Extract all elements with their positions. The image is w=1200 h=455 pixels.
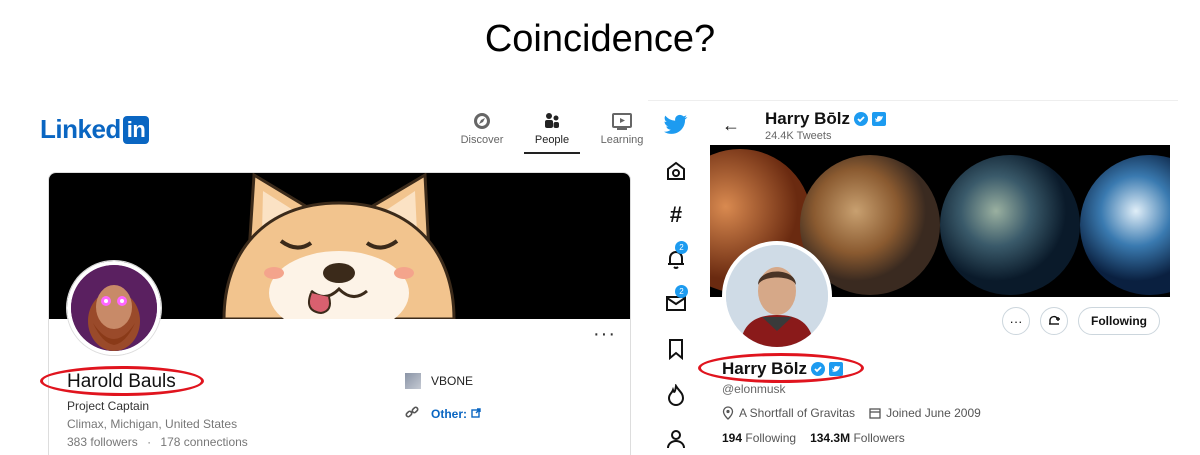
tweet-count: 24.4K Tweets: [765, 130, 832, 142]
company-link[interactable]: VBONE: [405, 373, 473, 389]
stats-separator: ·: [147, 435, 152, 449]
twitter-panel: # 2 2 ← Harry Bōlz 24.4K Tweets ··· Foll…: [648, 100, 1178, 455]
followers-count-link[interactable]: 134.3M Followers: [810, 431, 905, 445]
back-arrow-icon[interactable]: ←: [722, 115, 740, 136]
other-link[interactable]: Other:: [405, 405, 481, 422]
avatar-photo: [726, 245, 828, 347]
notifications-badge: 2: [675, 241, 688, 254]
twitter-profile: ← Harry Bōlz 24.4K Tweets ··· Following …: [710, 101, 1170, 455]
verified-badge-icon: [811, 362, 826, 376]
following-button[interactable]: Following: [1078, 307, 1160, 335]
profile-name: Harry Bōlz: [722, 359, 844, 379]
followers-count: 134.3M: [810, 431, 851, 445]
profile-actions: ··· Following: [1002, 307, 1160, 335]
linkedin-logo-text: Linked: [40, 114, 121, 144]
twitter-mini-icon: [829, 362, 844, 376]
video-icon: [611, 110, 633, 132]
slide-title: Coincidence?: [484, 18, 716, 60]
nav-people[interactable]: People: [524, 110, 580, 154]
nav-learning[interactable]: Learning: [594, 110, 650, 154]
followers-count[interactable]: 383 followers: [67, 435, 138, 449]
location-pin-icon: [722, 406, 734, 420]
link-icon: [405, 405, 419, 422]
company-name: VBONE: [431, 374, 474, 388]
profile-meta: A Shortfall of Gravitas Joined June 2009: [722, 406, 981, 420]
connections-count[interactable]: 178 connections: [160, 435, 247, 449]
linkedin-profile-card: ··· Harold Bauls Project Captain Climax,…: [48, 172, 631, 455]
location-item: A Shortfall of Gravitas: [722, 406, 855, 420]
followers-label: Followers: [853, 431, 905, 445]
messages-envelope-icon[interactable]: 2: [664, 285, 688, 315]
bell-plus-icon: [1049, 315, 1060, 325]
home-icon[interactable]: [664, 159, 688, 183]
profile-name-text: Harry Bōlz: [722, 359, 808, 378]
people-icon: [542, 110, 562, 132]
other-link-label: Other:: [431, 406, 467, 421]
following-label: Following: [745, 431, 797, 445]
profile-location: Climax, Michigan, United States: [67, 417, 238, 431]
more-options-button[interactable]: ···: [593, 323, 616, 346]
linkedin-nav: Discover People Learning: [454, 110, 650, 154]
notifications-bell-icon[interactable]: 2: [664, 241, 688, 271]
profile-person-icon[interactable]: [664, 427, 688, 451]
linkedin-panel: Linked in Discover People Learning ··· H…: [30, 96, 650, 455]
avatar[interactable]: [67, 261, 161, 355]
twitter-sidebar: # 2 2: [648, 101, 708, 455]
nav-discover-label: Discover: [460, 134, 504, 146]
profile-headline: Project Captain: [67, 399, 150, 413]
header-name-text: Harry Bōlz: [765, 109, 851, 128]
messages-badge: 2: [675, 285, 688, 298]
joined-text: Joined June 2009: [886, 406, 981, 420]
avatar-photo: [71, 265, 157, 351]
nav-learning-label: Learning: [600, 134, 644, 146]
nav-people-label: People: [534, 134, 570, 146]
twitter-mini-icon: [872, 112, 887, 126]
header-name: Harry Bōlz: [765, 109, 887, 129]
avatar[interactable]: [722, 241, 832, 351]
explore-hashtag-icon[interactable]: #: [664, 202, 688, 227]
calendar-icon: [869, 408, 881, 419]
joined-item: Joined June 2009: [869, 406, 981, 420]
twitter-bird-icon[interactable]: [664, 113, 688, 137]
following-count: 194: [722, 431, 743, 445]
location-text: A Shortfall of Gravitas: [739, 406, 856, 420]
profile-name: Harold Bauls: [67, 371, 176, 392]
company-logo: [405, 373, 421, 389]
linkedin-logo-in: in: [122, 115, 150, 144]
compass-icon: [472, 110, 492, 132]
notification-bell-plus-button[interactable]: [1040, 307, 1068, 335]
more-options-button[interactable]: ···: [1002, 307, 1030, 335]
profile-stats: 383 followers · 178 connections: [67, 435, 248, 449]
profile-handle: @elonmusk: [722, 382, 786, 396]
following-count-link[interactable]: 194 Following: [722, 431, 796, 445]
flame-icon[interactable]: [664, 383, 688, 407]
external-link-icon: [471, 407, 481, 421]
follow-counts: 194 Following 134.3M Followers: [722, 431, 905, 445]
bookmark-icon[interactable]: [664, 337, 688, 361]
linkedin-logo[interactable]: Linked in: [40, 114, 150, 145]
verified-badge-icon: [854, 112, 869, 126]
nav-discover[interactable]: Discover: [454, 110, 510, 154]
